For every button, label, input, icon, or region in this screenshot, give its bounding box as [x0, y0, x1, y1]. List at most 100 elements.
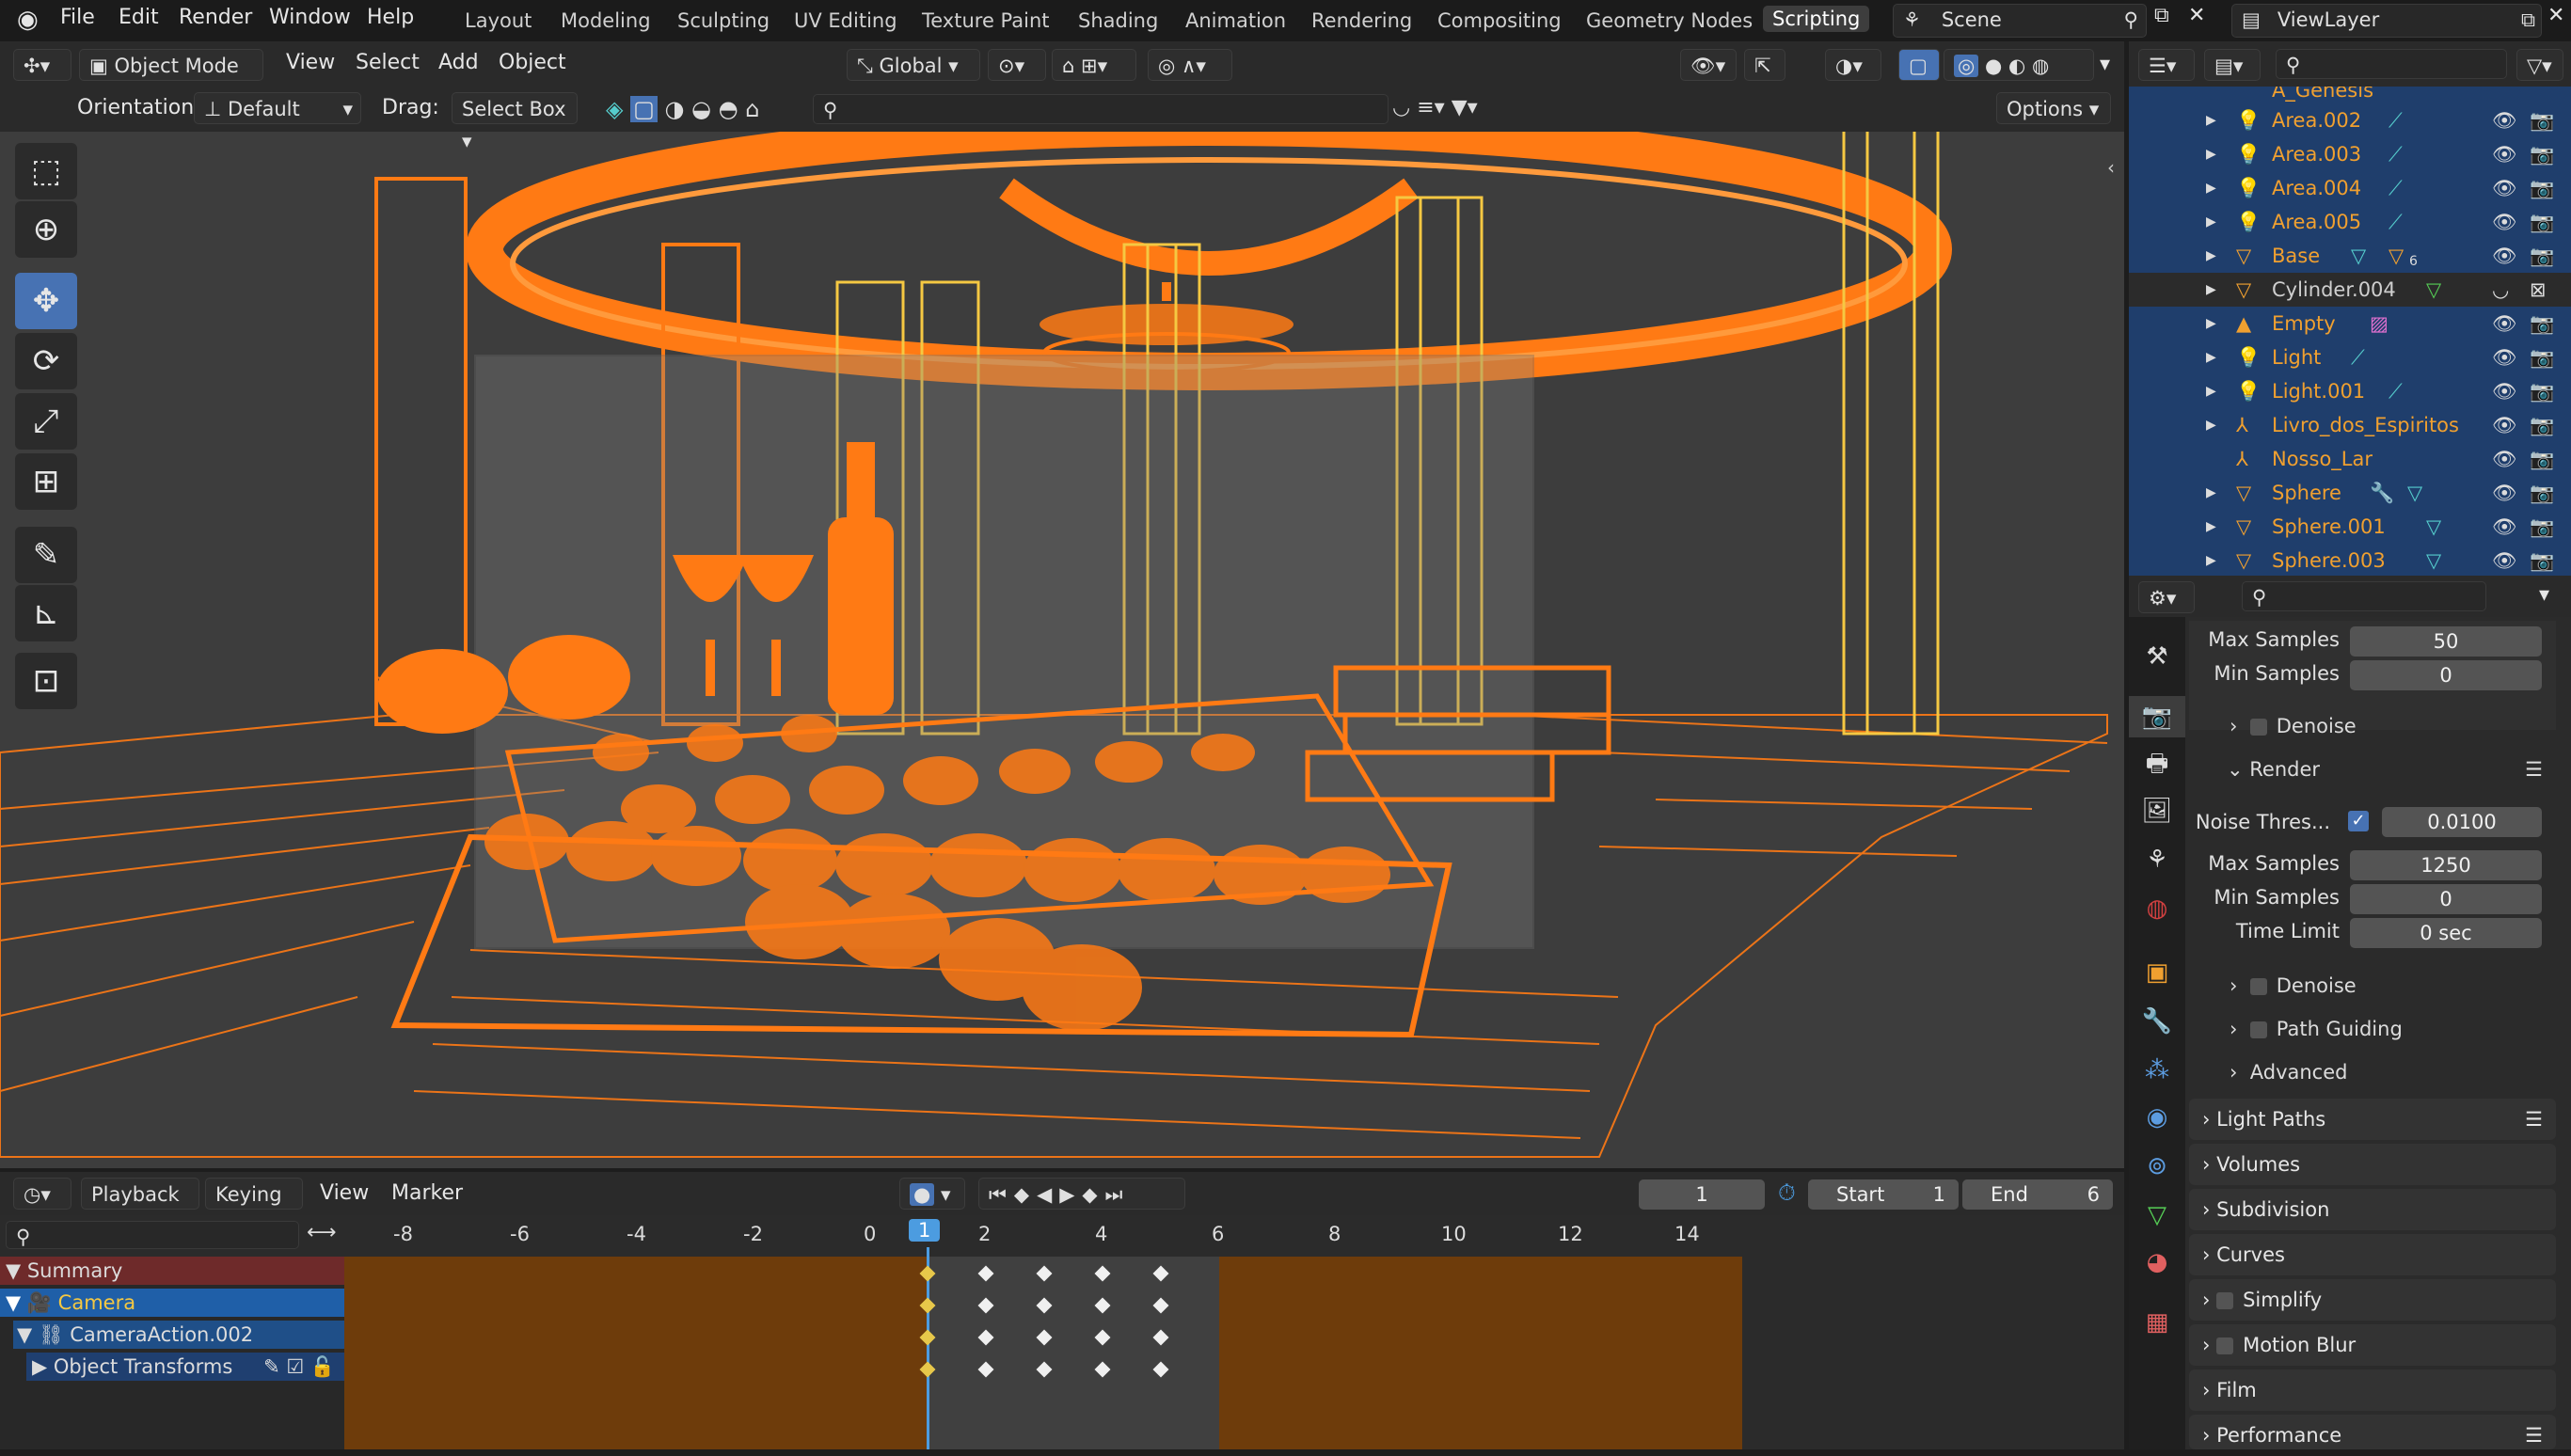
prev-keyframe-icon[interactable]: ◆: [1014, 1183, 1037, 1206]
path-guiding-subpanel[interactable]: › Path Guiding: [2230, 1018, 2403, 1040]
select-box-icon[interactable]: ▢: [630, 96, 658, 122]
camera-render-icon[interactable]: 📷: [2530, 408, 2554, 442]
eye-icon[interactable]: 👁: [2492, 476, 2517, 510]
camera-render-icon[interactable]: 📷: [2530, 476, 2554, 510]
material-tab-icon[interactable]: ◕: [2129, 1242, 2185, 1283]
gizmo-icon[interactable]: ⇱: [1744, 49, 1785, 81]
eye-icon[interactable]: 👁: [2492, 340, 2517, 374]
scene-selector[interactable]: ⚘ Scene ⚲: [1893, 4, 2147, 38]
channel-action[interactable]: ▼ ⛓ CameraAction.002: [13, 1321, 344, 1349]
denoise-checkbox[interactable]: [2249, 719, 2267, 736]
eye-hidden-icon[interactable]: ◡: [2492, 273, 2509, 307]
scene-tab-icon[interactable]: ⚘: [2129, 839, 2185, 880]
outliner-row-cylinder-004[interactable]: ▶ ▽ Cylinder.004 ▽ ◡ ⊠: [2129, 273, 2571, 307]
keying-dropdown[interactable]: Keying ▾: [205, 1178, 303, 1238]
transform-tool[interactable]: ⊞: [15, 453, 77, 510]
constraints-tab-icon[interactable]: ⊚: [2129, 1146, 2185, 1187]
end-frame-field[interactable]: End 6: [1962, 1179, 2113, 1210]
pivot-point-icon[interactable]: ⊙▾: [988, 49, 1046, 81]
outliner-filter-icon[interactable]: ▽▾: [2516, 49, 2563, 81]
eye-icon[interactable]: 👁: [2492, 103, 2517, 137]
tab-compositing[interactable]: Compositing: [1437, 9, 1562, 32]
timeline-view-menu[interactable]: View: [320, 1181, 369, 1205]
channel-search-input[interactable]: ⚲: [6, 1221, 299, 1249]
camera-render-icon[interactable]: 📷: [2530, 307, 2554, 340]
render-min-samples-field[interactable]: 0: [2350, 884, 2542, 914]
physics-tab-icon[interactable]: ◉: [2129, 1097, 2185, 1138]
playback-controls[interactable]: ⏮◆◀▶◆⏭: [978, 1178, 1185, 1210]
curves-panel[interactable]: › Curves: [2189, 1234, 2556, 1275]
sidebar-toggle-icon[interactable]: ‹: [2107, 156, 2115, 179]
menu-select[interactable]: Select: [356, 51, 420, 74]
select-box-tool[interactable]: ⬚: [15, 143, 77, 199]
channel-camera[interactable]: ▼ 🎥 Camera: [0, 1289, 344, 1317]
menu-render[interactable]: Render: [179, 6, 252, 29]
current-frame-field[interactable]: 1: [1639, 1179, 1765, 1210]
curve-icon[interactable]: ◡: [1392, 96, 1410, 119]
timeline-editor-type-icon[interactable]: ◷▾: [13, 1178, 71, 1210]
render-denoise-subpanel[interactable]: › Denoise: [2230, 974, 2357, 997]
eye-icon[interactable]: 👁: [2492, 239, 2517, 273]
editor-type-icon[interactable]: ✣▾: [13, 49, 71, 81]
eye-icon[interactable]: 👁: [2492, 171, 2517, 205]
properties-editor-type-icon[interactable]: ⚙▾: [2138, 581, 2195, 613]
volumes-panel[interactable]: › Volumes: [2189, 1144, 2556, 1185]
next-keyframe-icon[interactable]: ◆: [1082, 1183, 1104, 1206]
eye-icon[interactable]: 👁: [2492, 408, 2517, 442]
simplify-panel[interactable]: › Simplify: [2189, 1279, 2556, 1321]
blender-logo-icon[interactable]: ◉: [17, 6, 39, 34]
viewport-min-samples-field[interactable]: 0: [2350, 660, 2542, 690]
auto-keying-icon[interactable]: ● ▾: [899, 1178, 965, 1210]
filter-icons[interactable]: ◡ ≡▾ ▼▾: [1392, 96, 1478, 119]
eye-icon[interactable]: 👁: [2492, 307, 2517, 340]
outliner-row-livro[interactable]: ▶ ⅄ Livro_dos_Espiritos 👁 📷: [2129, 408, 2571, 442]
options-dropdown[interactable]: Options ▾: [1996, 92, 2111, 124]
denoise-checkbox[interactable]: [2249, 978, 2267, 995]
particles-tab-icon[interactable]: ⁂: [2129, 1050, 2185, 1091]
camera-render-icon[interactable]: 📷: [2530, 544, 2554, 576]
new-scene-icon[interactable]: ⧉: [2154, 4, 2169, 27]
play-reverse-icon[interactable]: ◀: [1037, 1183, 1059, 1206]
close-viewlayer-icon[interactable]: ✕: [2547, 4, 2564, 27]
viewport-max-samples-field[interactable]: 50: [2350, 626, 2542, 657]
outliner-row-sphere[interactable]: ▶ ▽ Sphere 🔧 ▽ 👁 📷: [2129, 476, 2571, 510]
solid-shading-icon[interactable]: ●: [1985, 55, 2002, 77]
channel-object-transforms[interactable]: ▶ Object Transforms ✎ ☑ 🔓: [26, 1353, 344, 1381]
eye-icon[interactable]: 👁: [2492, 544, 2517, 576]
simplify-checkbox[interactable]: [2216, 1292, 2234, 1309]
measure-tool[interactable]: ⊾: [15, 585, 77, 641]
path-guiding-checkbox[interactable]: [2249, 1021, 2267, 1038]
object-mode-dropdown[interactable]: ▣ Object Mode ▾: [79, 49, 263, 109]
tab-rendering[interactable]: Rendering: [1311, 9, 1412, 32]
annotate-tool[interactable]: ✎: [15, 527, 77, 583]
preview-range-icon[interactable]: ⏱: [1778, 1179, 1796, 1206]
subdivision-panel[interactable]: › Subdivision: [2189, 1189, 2556, 1230]
close-scene-icon[interactable]: ✕: [2188, 4, 2205, 27]
tab-uv-editing[interactable]: UV Editing: [794, 9, 897, 32]
scale-tool[interactable]: ⤢: [15, 393, 77, 450]
menu-add[interactable]: Add: [438, 51, 479, 74]
eye-icon[interactable]: 👁: [2492, 510, 2517, 544]
shading-modes[interactable]: ◎ ● ◐ ◍: [1944, 49, 2094, 81]
outliner-row-area-005[interactable]: ▶ 💡 Area.005 ⟋ 👁 📷: [2129, 205, 2571, 239]
display-mode-icon[interactable]: ▤▾: [2204, 49, 2261, 81]
motion-blur-checkbox[interactable]: [2216, 1337, 2234, 1354]
3d-viewport[interactable]: ‹: [0, 88, 2124, 1168]
presets-icon[interactable]: ☰: [2525, 1415, 2543, 1456]
rotate-tool[interactable]: ⟳: [15, 333, 77, 389]
outliner-row-empty[interactable]: ▶ ▲ Empty ▨ 👁 📷: [2129, 307, 2571, 340]
menu-edit[interactable]: Edit: [119, 6, 159, 29]
cursor-tool[interactable]: ⊕: [15, 201, 77, 258]
motion-blur-panel[interactable]: › Motion Blur: [2189, 1324, 2556, 1366]
performance-panel[interactable]: › Performance ☰: [2189, 1415, 2556, 1449]
menu-window[interactable]: Window: [269, 6, 351, 29]
render-tab-icon[interactable]: 📷: [2129, 696, 2185, 737]
new-viewlayer-icon[interactable]: ⧉: [2521, 5, 2535, 35]
playback-dropdown[interactable]: Playback ▾: [81, 1178, 199, 1238]
channel-summary[interactable]: ▼ Summary: [0, 1257, 344, 1285]
outliner-editor-type-icon[interactable]: ☰▾: [2138, 49, 2195, 81]
light-paths-panel[interactable]: › Light Paths ☰: [2189, 1099, 2556, 1140]
eye-icon[interactable]: 👁: [2492, 442, 2517, 476]
snap-icon[interactable]: ⌂ ⊞▾: [1052, 49, 1136, 81]
menu-object[interactable]: Object: [499, 51, 566, 74]
